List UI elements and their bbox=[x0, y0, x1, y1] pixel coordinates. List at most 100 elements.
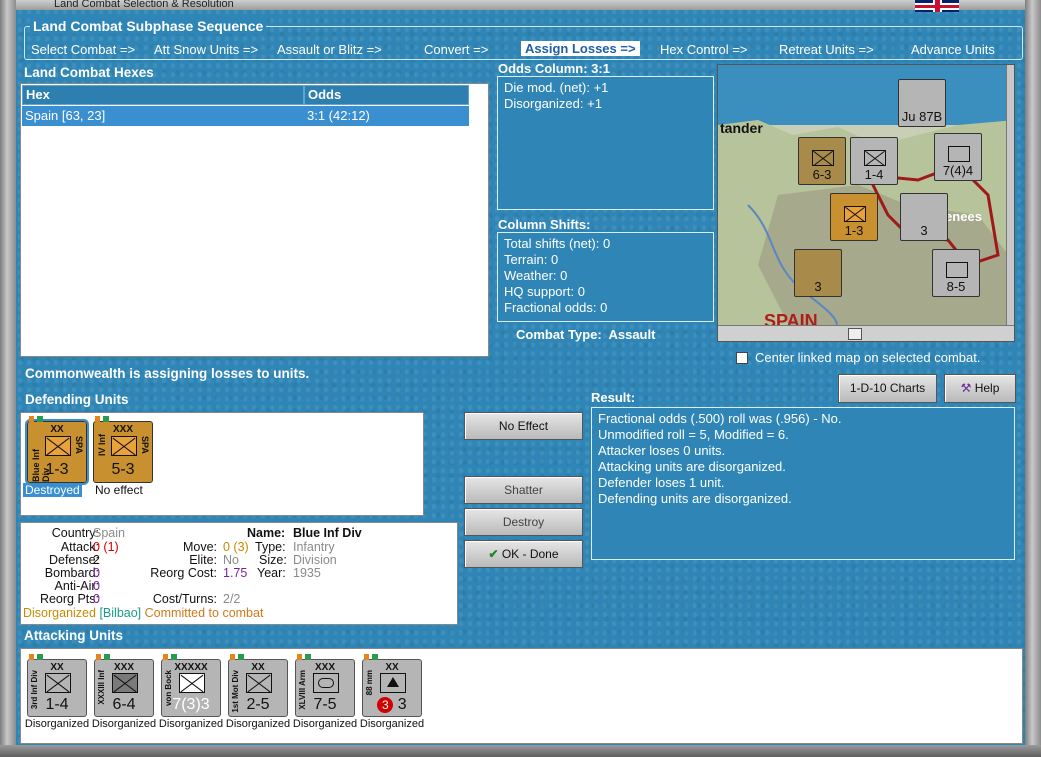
shatter-button[interactable]: Shatter bbox=[464, 476, 583, 504]
column-header-odds[interactable]: Odds bbox=[304, 85, 469, 105]
combat-hexes-table: Hex Odds Spain [63, 23] 3:1 (42:12) bbox=[20, 83, 489, 357]
map-horizontal-scrollbar[interactable] bbox=[718, 325, 1014, 341]
unit-name: IV Inf bbox=[97, 434, 107, 456]
flag-committed: Committed to combat bbox=[144, 606, 264, 620]
result-line: Unmodified roll = 5, Modified = 6. bbox=[598, 427, 789, 442]
type-value: Infantry bbox=[293, 540, 335, 554]
hq-symbol-icon bbox=[179, 673, 205, 693]
elite-value: No bbox=[223, 553, 239, 567]
step-hex-control: Hex Control => bbox=[660, 42, 748, 57]
map-counter-inf-grey[interactable]: 1-4 bbox=[850, 137, 898, 185]
unit-strength: 6-4 bbox=[112, 696, 136, 713]
status-dots bbox=[163, 654, 177, 660]
window-frame-left bbox=[0, 0, 16, 757]
map-counter-arm2[interactable]: 8-5 bbox=[932, 249, 980, 297]
unit-name: 88 mm bbox=[365, 670, 374, 696]
unit-counter: XX 1st Mot Div 2-5 bbox=[228, 654, 288, 717]
reorg-pts-value: 0 bbox=[93, 592, 100, 606]
reorg-cost-value: 1.75 bbox=[223, 566, 248, 580]
shift-line: Weather: 0 bbox=[504, 268, 568, 283]
help-book-icon: ⚒ bbox=[960, 381, 972, 395]
unit-details-panel: Country: Spain Attack: 0 (1) Defense: 2 … bbox=[20, 522, 458, 625]
combat-hexes-title: Land Combat Hexes bbox=[24, 65, 154, 80]
unit-flags: Disorganized [Bilbao] Committed to comba… bbox=[23, 606, 263, 620]
unit-strength: 3 bbox=[397, 696, 407, 713]
center-map-checkbox[interactable] bbox=[736, 352, 748, 364]
reorg-cost-label: Reorg Cost: bbox=[150, 566, 217, 580]
linked-map[interactable]: SPAIN tander renees 6-3 1-4 Ju 87B 7(4)4… bbox=[717, 64, 1015, 342]
map-counter-arm[interactable]: 7(4)4 bbox=[934, 133, 982, 181]
column-shifts-box: Total shifts (net): 0 Terrain: 0 Weather… bbox=[497, 232, 714, 322]
help-button[interactable]: ⚒ Help bbox=[944, 374, 1016, 403]
window-title: Land Combat Selection & Resolution bbox=[16, 0, 1025, 10]
step-assault-or-blitz: Assault or Blitz => bbox=[277, 42, 382, 57]
ok-done-button[interactable]: ✔ OK - Done bbox=[464, 540, 583, 568]
unit-status: Disorganized bbox=[225, 718, 291, 730]
map-vertical-scrollbar[interactable] bbox=[1006, 65, 1014, 325]
ok-done-label: OK - Done bbox=[501, 547, 559, 561]
bombard-label: Bombard: bbox=[44, 566, 99, 580]
subphase-sequence-title: Land Combat Subphase Sequence bbox=[30, 18, 267, 34]
unit-nation: SPA bbox=[140, 436, 150, 454]
infantry-symbol-icon bbox=[111, 436, 137, 456]
unit-strength: 7-5 bbox=[313, 696, 337, 713]
center-map-label: Center linked map on selected combat. bbox=[755, 350, 981, 365]
armor-symbol-icon bbox=[313, 673, 339, 693]
status-dots bbox=[364, 654, 378, 660]
checkmark-icon: ✔ bbox=[488, 547, 499, 561]
defending-units-title: Defending Units bbox=[25, 392, 129, 407]
unit-strength-wrap: 3 3 bbox=[363, 696, 421, 714]
status-dots bbox=[297, 654, 311, 660]
map-counter-inf[interactable]: 6-3 bbox=[798, 137, 846, 185]
unit-counter: XX 88 mm 3 3 bbox=[362, 654, 422, 717]
name-label: Name: bbox=[247, 526, 286, 540]
step-att-snow-units: Att Snow Units => bbox=[154, 42, 259, 57]
result-line: Attacker loses 0 units. bbox=[598, 443, 726, 458]
no-effect-button[interactable]: No Effect bbox=[464, 412, 583, 440]
unit-status: Disorganized bbox=[158, 718, 224, 730]
result-line: Attacking units are disorganized. bbox=[598, 459, 786, 474]
status-dots bbox=[96, 654, 110, 660]
combat-type-value: Assault bbox=[608, 327, 656, 342]
odds-modifiers-box: Die mod. (net): +1 Disorganized: +1 bbox=[497, 76, 714, 210]
shift-line: Total shifts (net): 0 bbox=[504, 236, 611, 251]
result-title: Result: bbox=[591, 390, 636, 405]
map-counter-selected[interactable]: 1-3 bbox=[830, 193, 878, 241]
map-counter-hq[interactable]: 3 bbox=[794, 249, 842, 297]
unit-counter: XXX XXXIII Inf 6-4 bbox=[94, 654, 154, 717]
attack-badge: 3 bbox=[377, 697, 394, 713]
status-dots bbox=[29, 416, 43, 422]
unit-counter: XX Blue Inf Div SPA 1-3 bbox=[25, 416, 89, 485]
window-frame-bottom bbox=[0, 745, 1041, 757]
map-scroll-thumb[interactable] bbox=[848, 328, 862, 340]
size-label: Size: bbox=[259, 553, 287, 567]
map-counter-air[interactable]: Ju 87B bbox=[898, 79, 946, 127]
unit-status: Disorganized bbox=[359, 718, 425, 730]
unit-nation: SPA bbox=[74, 436, 84, 454]
combat-type-label: Combat Type: bbox=[516, 327, 602, 342]
result-line: Defender loses 1 unit. bbox=[598, 475, 725, 490]
column-header-hex[interactable]: Hex bbox=[22, 85, 304, 105]
anti-air-symbol-icon bbox=[380, 673, 406, 693]
uk-flag-icon bbox=[915, 0, 959, 12]
odds-column-title: Odds Column: 3:1 bbox=[498, 61, 610, 76]
infantry-symbol-icon bbox=[112, 673, 138, 693]
map-counter-aa[interactable]: 3 bbox=[900, 193, 948, 241]
defense-label: Defense: bbox=[48, 553, 99, 567]
year-label: Year: bbox=[257, 566, 286, 580]
country-label: Country: bbox=[51, 526, 99, 540]
year-value: 1935 bbox=[293, 566, 321, 580]
charts-button[interactable]: 1-D-10 Charts bbox=[838, 374, 937, 403]
cell-odds: 3:1 (42:12) bbox=[304, 106, 469, 126]
elite-label: Elite: bbox=[189, 553, 217, 567]
window-frame-right bbox=[1025, 0, 1041, 757]
move-label: Move: bbox=[182, 540, 217, 554]
unit-counter: XX 3rd Inf Div 1-4 bbox=[27, 654, 87, 717]
step-select-combat: Select Combat => bbox=[31, 42, 136, 57]
destroy-button[interactable]: Destroy bbox=[464, 508, 583, 536]
odds-line: Disorganized: +1 bbox=[504, 96, 602, 111]
reorg-pts-label: Reorg Pts: bbox=[39, 592, 99, 606]
step-convert: Convert => bbox=[424, 42, 489, 57]
country-value: Spain bbox=[93, 526, 125, 540]
attacking-units-panel: XX 3rd Inf Div 1-4 Disorganized XXX XXXI… bbox=[20, 648, 1023, 744]
